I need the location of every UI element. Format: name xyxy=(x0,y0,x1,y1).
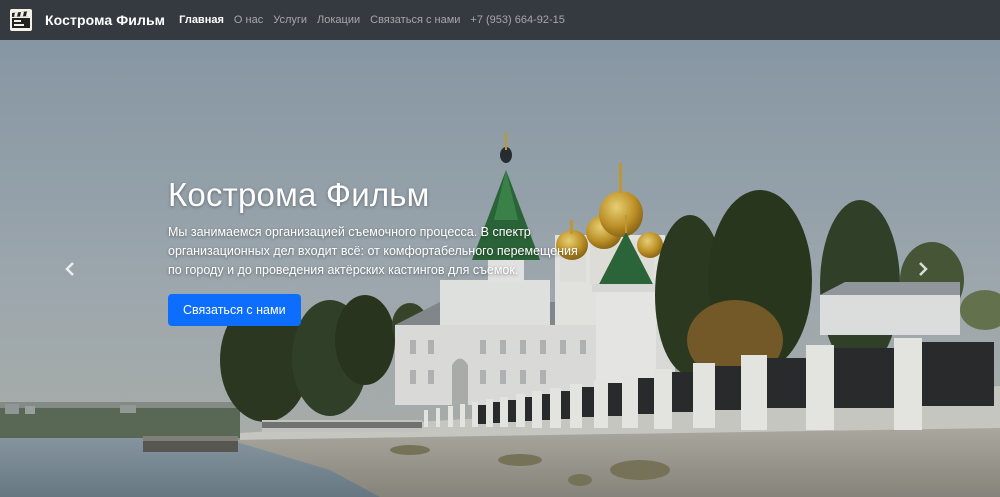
nav-link-contact[interactable]: Связаться с нами xyxy=(370,14,460,26)
nav-link-phone[interactable]: +7 (953) 664-92-15 xyxy=(470,14,564,26)
top-navbar: Кострома Фильм Главная О нас Услуги Лока… xyxy=(0,0,1000,40)
chevron-right-icon xyxy=(919,261,928,276)
hero-carousel: Кострома Фильм Мы занимаемся организацие… xyxy=(0,40,1000,497)
hero-description: Мы занимаемся организацией съемочного пр… xyxy=(168,225,578,277)
nav-link-services[interactable]: Услуги xyxy=(273,14,307,26)
contact-us-button[interactable]: Связаться с нами xyxy=(168,294,301,326)
carousel-next-button[interactable] xyxy=(888,40,958,497)
nav-menu: Главная О нас Услуги Локации Связаться с… xyxy=(179,14,575,26)
film-clapperboard-icon xyxy=(10,9,32,31)
brand-link[interactable]: Кострома Фильм xyxy=(9,8,165,32)
nav-link-home[interactable]: Главная xyxy=(179,14,224,26)
nav-link-locations[interactable]: Локации xyxy=(317,14,360,26)
carousel-prev-button[interactable] xyxy=(35,40,105,497)
hero-title: Кострома Фильм xyxy=(168,176,430,213)
nav-link-about[interactable]: О нас xyxy=(234,14,263,26)
chevron-left-icon xyxy=(65,261,74,276)
brand-name: Кострома Фильм xyxy=(45,12,166,28)
hero-caption: Кострома Фильм Мы занимаемся организацие… xyxy=(168,175,588,326)
